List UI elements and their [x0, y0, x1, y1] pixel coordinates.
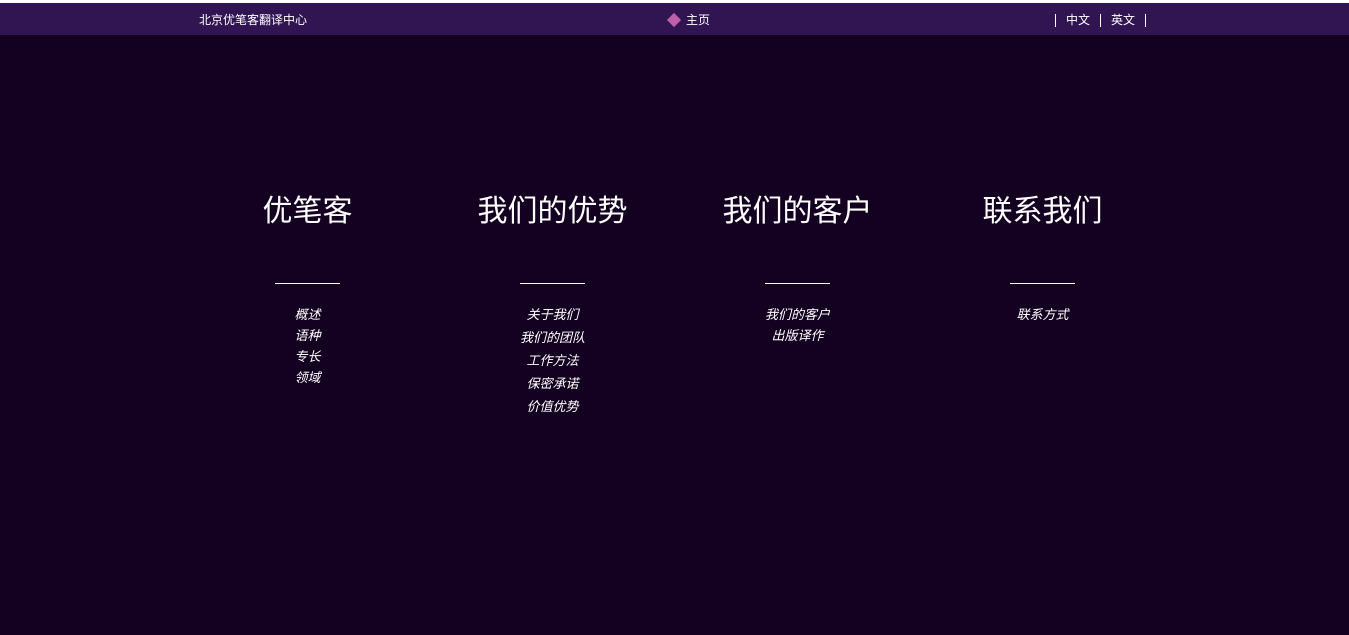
diamond-icon — [666, 12, 682, 28]
column-title: 我们的优势 — [477, 194, 628, 229]
column-links: 联系方式 — [920, 305, 1165, 326]
link-our-clients[interactable]: 我们的客户 — [675, 305, 920, 326]
link-specialties[interactable]: 专长 — [185, 347, 430, 368]
footer-column-clients: 我们的客户 我们的客户 出版译作 — [675, 190, 920, 347]
link-our-team[interactable]: 我们的团队 — [430, 327, 675, 350]
column-divider — [765, 283, 830, 284]
top-nav-bar: 北京优笔客翻译中心 主页 中文 英文 — [0, 3, 1349, 35]
home-link[interactable]: 主页 — [666, 11, 710, 29]
link-contact-info[interactable]: 联系方式 — [920, 305, 1165, 326]
column-links: 关于我们 我们的团队 工作方法 保密承诺 价值优势 — [430, 304, 675, 419]
column-title: 优笔客 — [262, 194, 353, 229]
link-overview[interactable]: 概述 — [185, 305, 430, 326]
site-name: 北京优笔客翻译中心 — [199, 13, 308, 27]
column-links: 我们的客户 出版译作 — [675, 305, 920, 347]
footer-column-contact: 联系我们 联系方式 — [920, 190, 1165, 326]
link-value-advantage[interactable]: 价值优势 — [430, 396, 675, 419]
home-link-label: 主页 — [686, 13, 711, 27]
column-divider — [520, 283, 585, 284]
link-fields[interactable]: 领域 — [185, 368, 430, 389]
lang-english-link[interactable]: 英文 — [1101, 12, 1145, 28]
separator — [1145, 13, 1147, 27]
column-title: 联系我们 — [982, 194, 1103, 229]
link-confidentiality[interactable]: 保密承诺 — [430, 373, 675, 396]
link-languages[interactable]: 语种 — [185, 326, 430, 347]
link-about-us[interactable]: 关于我们 — [430, 304, 675, 327]
column-title: 我们的客户 — [722, 194, 873, 229]
column-links: 概述 语种 专长 领域 — [185, 305, 430, 389]
link-work-method[interactable]: 工作方法 — [430, 350, 675, 373]
column-divider — [1010, 283, 1075, 284]
column-divider — [275, 283, 340, 284]
footer-column-about: 优笔客 概述 语种 专长 领域 — [185, 190, 430, 389]
lang-chinese-link[interactable]: 中文 — [1056, 12, 1100, 28]
language-switcher: 中文 英文 — [1055, 12, 1147, 28]
footer-column-advantages: 我们的优势 关于我们 我们的团队 工作方法 保密承诺 价值优势 — [430, 190, 675, 419]
link-published-translations[interactable]: 出版译作 — [675, 326, 920, 347]
